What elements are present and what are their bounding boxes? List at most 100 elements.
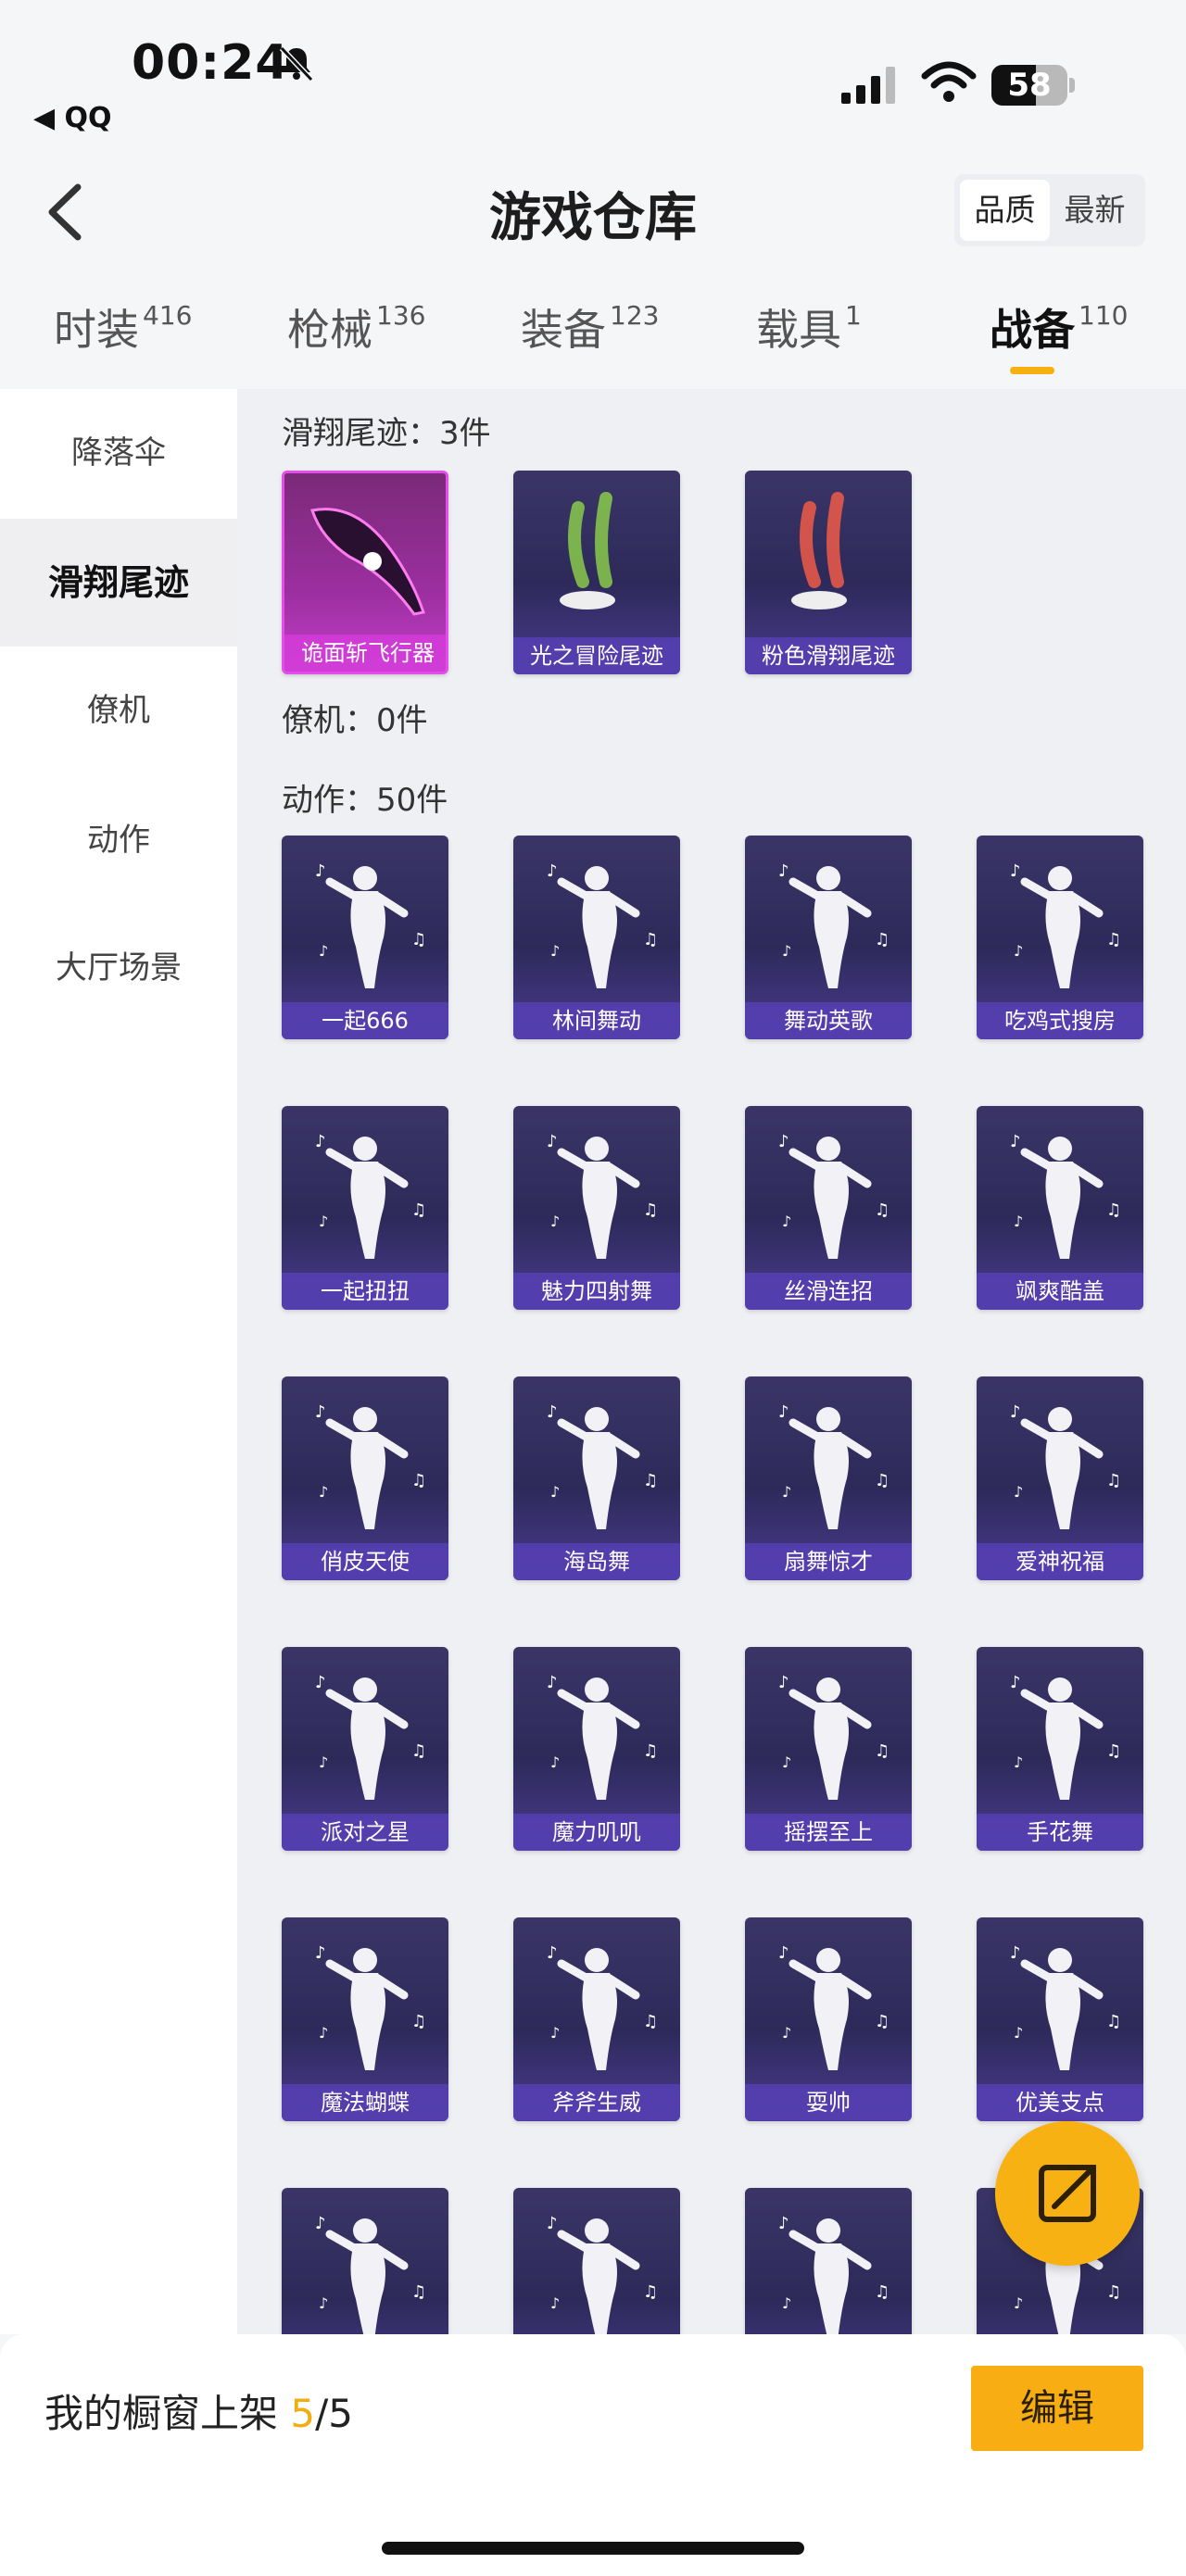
tab-combat-gear[interactable]: 战备 110 — [990, 296, 1128, 358]
page-header: 游戏仓库 品质 最新 — [0, 148, 1186, 269]
svg-text:♫: ♫ — [643, 1741, 658, 1761]
glide-trail-image — [791, 492, 847, 609]
svg-text:♪: ♪ — [315, 861, 326, 881]
item-card[interactable]: ♪ ♫ ♪ 魅力四射舞 — [513, 1106, 680, 1310]
svg-text:♪: ♪ — [782, 1753, 791, 1771]
item-card[interactable]: ♪ ♫ ♪ 爱神祝福 — [977, 1376, 1143, 1580]
svg-text:♪: ♪ — [319, 2024, 328, 2042]
emote-figure-image: ♪ ♫ ♪ — [778, 1673, 890, 1800]
svg-text:♪: ♪ — [782, 2294, 791, 2312]
item-card[interactable]: 光之冒险尾迹 — [513, 471, 680, 674]
svg-text:♫: ♫ — [1106, 1471, 1121, 1490]
item-card-label: 粉色滑翔尾迹 — [745, 637, 912, 674]
item-card[interactable]: ♪ ♫ ♪ 一起扭扭 — [282, 1106, 448, 1310]
item-card-label: 光之冒险尾迹 — [513, 637, 680, 674]
svg-text:♪: ♪ — [1010, 1943, 1021, 1963]
item-card[interactable]: ♪ ♫ ♪ 林间舞动 — [513, 836, 680, 1039]
side-item-emotes[interactable]: 动作 — [0, 776, 237, 904]
item-card[interactable]: ♪ ♫ ♪ 舞动英歌 — [745, 836, 912, 1039]
svg-text:♪: ♪ — [1014, 1213, 1023, 1230]
tab-count: 416 — [143, 300, 193, 331]
showcase-current: 5 — [290, 2391, 316, 2436]
mute-bell-icon — [279, 45, 314, 82]
item-card[interactable]: ♪ ♫ ♪ 扇舞惊才 — [745, 1376, 912, 1580]
edit-button[interactable]: 编辑 — [971, 2366, 1143, 2451]
sort-option-newest[interactable]: 最新 — [1050, 180, 1140, 241]
emote-figure-image: ♪ ♫ ♪ — [315, 1402, 426, 1529]
item-card[interactable]: ♪ ♫ ♪ 手花舞 — [977, 1647, 1143, 1851]
item-card-label: 斧斧生威 — [513, 2084, 680, 2121]
emote-figure-image: ♪ ♫ ♪ — [547, 1132, 658, 1259]
item-card-label: 吃鸡式搜房 — [977, 1002, 1143, 1039]
item-card[interactable]: ♪ ♫ ♪ — [282, 2188, 448, 2334]
item-card[interactable]: ♪ ♫ ♪ 丝滑连招 — [745, 1106, 912, 1310]
item-card[interactable]: ♪ ♫ ♪ 斧斧生威 — [513, 1917, 680, 2121]
item-card[interactable]: ♪ ♫ ♪ 耍帅 — [745, 1917, 912, 2121]
share-fab-icon[interactable] — [995, 2121, 1140, 2266]
item-card[interactable]: ♪ ♫ ♪ — [745, 2188, 912, 2334]
emote-figure-image: ♪ ♫ ♪ — [315, 2214, 426, 2334]
side-item-glide-trail[interactable]: 滑翔尾迹 — [0, 519, 237, 647]
sort-option-quality[interactable]: 品质 — [960, 180, 1050, 241]
svg-text:♪: ♪ — [319, 1483, 328, 1501]
tab-vehicles[interactable]: 载具 1 — [756, 296, 862, 358]
tab-equipment[interactable]: 装备 123 — [521, 296, 659, 358]
item-card[interactable]: ♪ ♫ ♪ 魔力叽叽 — [513, 1647, 680, 1851]
back-to-app-link[interactable]: ◀ QQ — [33, 102, 112, 134]
svg-text:♫: ♫ — [411, 2282, 426, 2302]
item-card-label: 耍帅 — [745, 2084, 912, 2121]
emote-figure-image: ♪ ♫ ♪ — [778, 1943, 890, 2070]
emote-figure-image: ♪ ♫ ♪ — [547, 1402, 658, 1529]
svg-text:♫: ♫ — [875, 1471, 890, 1490]
item-card[interactable]: ♪ ♫ ♪ 海岛舞 — [513, 1376, 680, 1580]
category-tabs: 时装 416 枪械 136 装备 123 载具 1 战备 110 — [0, 278, 1186, 389]
item-card[interactable]: ♪ ♫ ♪ 摇摆至上 — [745, 1647, 912, 1851]
svg-text:♪: ♪ — [547, 1402, 558, 1422]
item-card[interactable]: ♪ ♫ ♪ 俏皮天使 — [282, 1376, 448, 1580]
emote-figure-image: ♪ ♫ ♪ — [1010, 1402, 1121, 1529]
tab-label: 载具 — [756, 305, 841, 355]
side-item-parachute[interactable]: 降落伞 — [0, 389, 237, 517]
status-bar: 00:24 ◀ QQ 58 — [0, 0, 1186, 148]
side-item-lobby-scene[interactable]: 大厅场景 — [0, 904, 237, 1032]
item-card-label: 飒爽酷盖 — [977, 1273, 1143, 1310]
item-card[interactable]: ♪ ♫ ♪ 派对之星 — [282, 1647, 448, 1851]
item-card-label: 扇舞惊才 — [745, 1543, 912, 1580]
item-card[interactable]: ♪ ♫ ♪ — [513, 2188, 680, 2334]
active-tab-indicator — [1010, 367, 1054, 374]
item-card-label: 一起扭扭 — [282, 1273, 448, 1310]
svg-text:♪: ♪ — [1014, 1753, 1023, 1771]
emote-figure-image: ♪ ♫ ♪ — [547, 1943, 658, 2070]
svg-text:♫: ♫ — [875, 1200, 890, 1220]
wifi-icon — [921, 61, 977, 102]
emote-figure-image: ♪ ♫ ♪ — [778, 1132, 890, 1259]
item-card-label: 丝滑连招 — [745, 1273, 912, 1310]
sort-toggle[interactable]: 品质 最新 — [954, 174, 1145, 246]
svg-text:♪: ♪ — [1010, 861, 1021, 881]
svg-text:♪: ♪ — [550, 1753, 560, 1771]
side-item-wingman[interactable]: 僚机 — [0, 647, 237, 774]
tab-fashion[interactable]: 时装 416 — [54, 296, 192, 358]
tab-label: 枪械 — [287, 305, 372, 355]
item-card[interactable]: ♪ ♫ ♪ 魔法蝴蝶 — [282, 1917, 448, 2121]
tab-count: 123 — [610, 300, 660, 331]
glider-image — [310, 508, 425, 616]
item-card[interactable]: 诡面斩飞行器 — [282, 471, 448, 674]
svg-text:♪: ♪ — [547, 1943, 558, 1963]
tab-guns[interactable]: 枪械 136 — [287, 296, 425, 358]
signal-icon — [841, 67, 895, 104]
item-card[interactable]: ♪ ♫ ♪ 一起666 — [282, 836, 448, 1039]
emote-figure-image: ♪ ♫ ♪ — [547, 1673, 658, 1800]
item-card[interactable]: ♪ ♫ ♪ 吃鸡式搜房 — [977, 836, 1143, 1039]
svg-text:♪: ♪ — [315, 1132, 326, 1151]
item-card[interactable]: ♪ ♫ ♪ 优美支点 — [977, 1917, 1143, 2121]
svg-text:♫: ♫ — [643, 2012, 658, 2031]
svg-text:♪: ♪ — [782, 942, 791, 960]
svg-text:♪: ♪ — [1010, 1402, 1021, 1422]
tab-label: 装备 — [521, 305, 606, 355]
svg-text:♪: ♪ — [547, 1673, 558, 1692]
svg-text:♪: ♪ — [778, 861, 789, 881]
item-card[interactable]: 粉色滑翔尾迹 — [745, 471, 912, 674]
svg-text:♫: ♫ — [643, 2282, 658, 2302]
item-card[interactable]: ♪ ♫ ♪ 飒爽酷盖 — [977, 1106, 1143, 1310]
